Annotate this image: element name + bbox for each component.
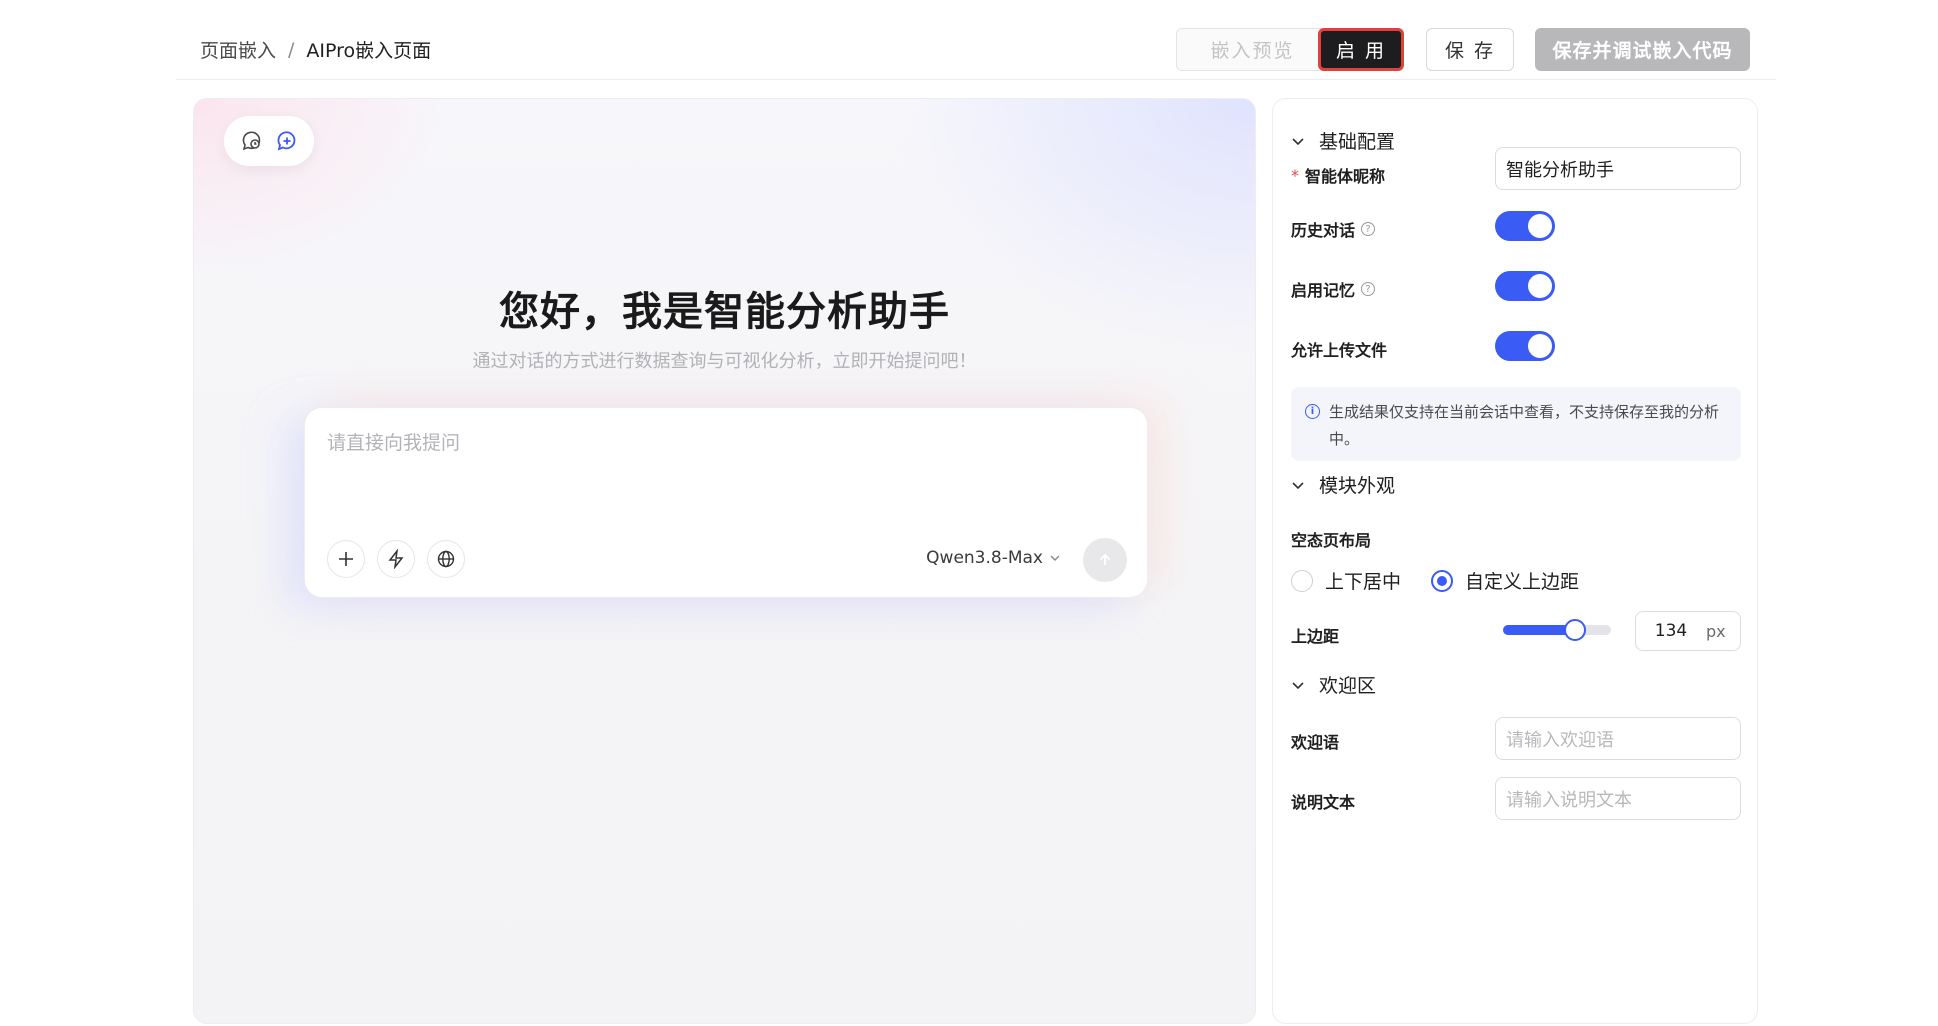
desc-label: 说明文本 (1291, 789, 1355, 813)
chat-input-box[interactable]: 请直接向我提问 Qwen3.8-Max (304, 407, 1148, 598)
greeting-label-text: 欢迎语 (1291, 733, 1340, 752)
breadcrumb: 页面嵌入 / AIPro嵌入页面 (200, 36, 431, 63)
upload-toggle[interactable] (1495, 331, 1555, 361)
save-button[interactable]: 保 存 (1426, 28, 1514, 71)
arrow-up-icon (1099, 553, 1111, 565)
section-appearance[interactable]: 模块外观 (1291, 471, 1395, 498)
margin-label: 上边距 (1291, 623, 1339, 647)
help-icon[interactable]: ? (1361, 282, 1376, 296)
memory-toggle[interactable] (1495, 271, 1555, 301)
info-icon: i (1305, 404, 1320, 419)
layout-radio-group: 上下居中 自定义上边距 (1291, 567, 1579, 594)
margin-unit: px (1706, 621, 1726, 641)
nickname-input[interactable]: 智能分析助手 (1495, 147, 1741, 190)
memory-label: 启用记忆 ? (1291, 277, 1376, 301)
nickname-label: * 智能体昵称 (1291, 155, 1385, 195)
lightning-icon[interactable] (377, 540, 415, 578)
upload-label-text: 允许上传文件 (1291, 341, 1388, 360)
section-title: 欢迎区 (1319, 675, 1377, 697)
new-chat-icon[interactable] (274, 128, 300, 154)
upload-label: 允许上传文件 (1291, 337, 1387, 361)
welcome-title: 您好，我是智能分析助手 (499, 289, 950, 335)
layout-label: 空态页布局 (1291, 527, 1371, 551)
history-label: 历史对话 ? (1291, 217, 1376, 241)
history-label-text: 历史对话 (1291, 221, 1356, 240)
globe-icon[interactable] (427, 540, 465, 578)
breadcrumb-parent[interactable]: 页面嵌入 (200, 36, 276, 63)
preview-mini-toolbar (224, 116, 314, 166)
chevron-down-icon (1292, 137, 1304, 145)
radio-center-label[interactable]: 上下居中 (1325, 567, 1401, 594)
add-attachment-icon[interactable] (327, 540, 365, 578)
send-button[interactable] (1083, 538, 1127, 582)
slider-handle[interactable] (1564, 619, 1587, 641)
section-title: 基础配置 (1319, 131, 1396, 153)
embed-preview-button[interactable]: 嵌入预览 (1176, 28, 1329, 71)
margin-label-text: 上边距 (1291, 627, 1340, 646)
desc-label-text: 说明文本 (1291, 793, 1356, 812)
help-icon[interactable]: ? (1361, 222, 1376, 236)
radio-custom-label[interactable]: 自定义上边距 (1465, 567, 1579, 594)
chat-tools (327, 540, 465, 578)
radio-custom[interactable] (1431, 569, 1454, 592)
radio-center[interactable] (1291, 569, 1313, 592)
required-mark: * (1291, 165, 1299, 185)
breadcrumb-current: AIPro嵌入页面 (306, 40, 432, 62)
chat-input-placeholder[interactable]: 请直接向我提问 (327, 428, 460, 455)
notice-text: 生成结果仅支持在当前会话中查看，不支持保存至我的分析中。 (1329, 403, 1720, 448)
desc-input[interactable]: 请输入说明文本 (1495, 777, 1741, 820)
greeting-input[interactable]: 请输入欢迎语 (1495, 717, 1741, 760)
margin-value[interactable]: 134 (1636, 621, 1706, 641)
greeting-label: 欢迎语 (1291, 729, 1339, 753)
enable-button[interactable]: 启 用 (1318, 28, 1404, 71)
config-panel: 基础配置 * 智能体昵称 智能分析助手 历史对话 ? 启用记忆 ? 允许上传文件… (1272, 98, 1758, 1024)
section-title: 模块外观 (1319, 475, 1396, 497)
embed-preview-area: 您好，我是智能分析助手 通过对话的方式进行数据查询与可视化分析，立即开始提问吧！… (193, 98, 1256, 1024)
chevron-down-icon (1050, 555, 1060, 561)
info-notice: i 生成结果仅支持在当前会话中查看，不支持保存至我的分析中。 (1291, 387, 1741, 461)
margin-number-input[interactable]: 134 px (1635, 611, 1741, 651)
model-select[interactable]: Qwen3.8-Max (926, 548, 1061, 568)
top-header: 页面嵌入 / AIPro嵌入页面 嵌入预览 启 用 保 存 保存并调试嵌入代码 (176, 0, 1776, 80)
save-and-debug-button[interactable]: 保存并调试嵌入代码 (1535, 28, 1750, 71)
chevron-down-icon (1292, 481, 1304, 489)
section-welcome[interactable]: 欢迎区 (1291, 671, 1376, 698)
layout-label-text: 空态页布局 (1291, 531, 1372, 550)
breadcrumb-separator: / (288, 38, 295, 61)
margin-slider[interactable] (1503, 619, 1611, 641)
history-chat-icon[interactable] (239, 128, 265, 154)
section-basic-config[interactable]: 基础配置 (1291, 127, 1395, 154)
history-toggle[interactable] (1495, 211, 1555, 241)
memory-label-text: 启用记忆 (1291, 281, 1356, 300)
chevron-down-icon (1292, 681, 1304, 689)
model-name: Qwen3.8-Max (926, 548, 1043, 568)
nickname-label-text: 智能体昵称 (1305, 167, 1386, 186)
welcome-subtitle: 通过对话的方式进行数据查询与可视化分析，立即开始提问吧！ (472, 351, 977, 372)
